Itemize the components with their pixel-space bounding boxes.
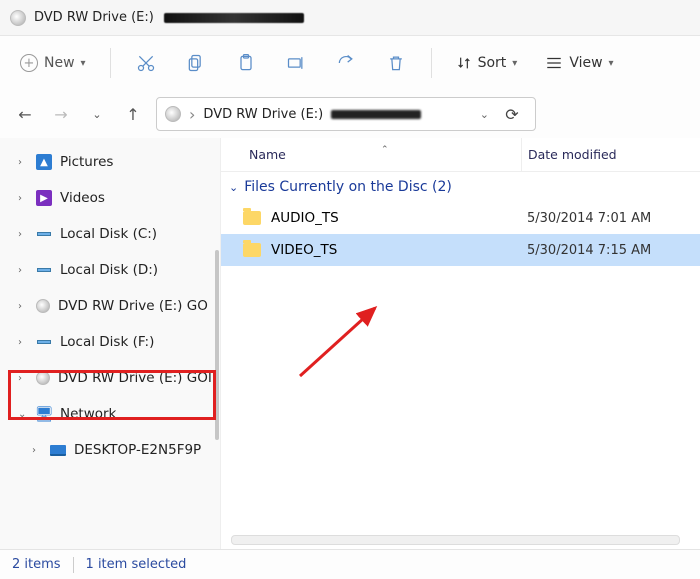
refresh-button[interactable]: ⟳	[497, 105, 527, 124]
chevron-down-icon: ▾	[512, 58, 517, 69]
scrollbar[interactable]	[215, 250, 219, 440]
sidebar-item-label: DESKTOP-E2N5F9P	[74, 442, 201, 458]
videos-icon: ▶	[36, 190, 52, 206]
column-date-label: Date modified	[528, 147, 617, 162]
up-button[interactable]: ↑	[120, 101, 146, 127]
sidebar-item[interactable]: › DVD RW Drive (E:) GO	[10, 288, 220, 324]
new-label: New	[44, 55, 75, 71]
chevron-down-icon[interactable]: ⌄	[480, 108, 489, 121]
sidebar-item[interactable]: › Local Disk (F:)	[10, 324, 220, 360]
file-name: AUDIO_TS	[271, 210, 339, 226]
separator	[73, 557, 74, 573]
disk-icon	[36, 262, 52, 278]
sidebar-item-label: Local Disk (D:)	[60, 262, 158, 278]
rename-button[interactable]	[275, 45, 317, 81]
chevron-down-icon: ▾	[609, 58, 614, 69]
sidebar: › ▲ Pictures › ▶ Videos › Local Disk (C:) › Local…	[0, 138, 220, 549]
sort-label: Sort	[478, 55, 507, 71]
file-row[interactable]: AUDIO_TS 5/30/2014 7:01 AM	[221, 202, 700, 234]
file-row[interactable]: VIDEO_TS 5/30/2014 7:15 AM	[221, 234, 700, 266]
status-items: 2 items	[12, 557, 61, 572]
share-button[interactable]	[325, 45, 367, 81]
address-field[interactable]: › DVD RW Drive (E:) ⌄ ⟳	[156, 97, 536, 131]
chevron-right-icon[interactable]: ›	[18, 193, 28, 204]
file-name: VIDEO_TS	[271, 242, 337, 258]
chevron-down-icon: ▾	[81, 58, 86, 69]
file-date: 5/30/2014 7:01 AM	[521, 211, 700, 226]
chevron-right-icon: ›	[189, 105, 195, 124]
chevron-down-icon[interactable]: ⌄	[18, 409, 28, 420]
sidebar-item[interactable]: › DVD RW Drive (E:) GOI	[10, 360, 220, 396]
group-header[interactable]: ⌄ Files Currently on the Disc (2)	[221, 172, 700, 202]
sidebar-item-label: Local Disk (C:)	[60, 226, 157, 242]
sidebar-item-label: Videos	[60, 190, 105, 206]
view-label: View	[569, 55, 602, 71]
sidebar-item-label: Pictures	[60, 154, 113, 170]
chevron-right-icon[interactable]: ›	[18, 229, 28, 240]
window-title: DVD RW Drive (E:)	[34, 10, 154, 25]
horizontal-scrollbar[interactable]	[231, 535, 680, 545]
column-name[interactable]: Name ⌃	[221, 147, 521, 162]
view-button[interactable]: View ▾	[535, 55, 623, 71]
chevron-right-icon[interactable]: ›	[18, 265, 28, 276]
sidebar-item[interactable]: ⌄ 🖥 Network	[10, 396, 220, 432]
chevron-right-icon[interactable]: ›	[18, 157, 28, 168]
view-icon	[545, 56, 563, 70]
pictures-icon: ▲	[36, 154, 52, 170]
redacted-crumb	[331, 110, 421, 119]
new-button[interactable]: + New ▾	[10, 45, 96, 81]
cut-button[interactable]	[125, 45, 167, 81]
file-list: Name ⌃ Date modified ⌄ Files Currently o…	[220, 138, 700, 549]
forward-button[interactable]: →	[48, 101, 74, 127]
sort-icon	[456, 55, 472, 71]
column-date[interactable]: Date modified	[521, 138, 700, 171]
toolbar: + New ▾ Sort ▾ View ▾	[0, 36, 700, 90]
chevron-right-icon[interactable]: ›	[18, 337, 28, 348]
redacted-title	[164, 13, 304, 23]
sidebar-item[interactable]: › Local Disk (C:)	[10, 216, 220, 252]
status-selected: 1 item selected	[86, 557, 187, 572]
plus-circle-icon: +	[20, 54, 38, 72]
folder-icon	[243, 243, 261, 257]
separator	[431, 48, 432, 78]
sidebar-item-label: Network	[60, 406, 116, 422]
back-button[interactable]: ←	[12, 101, 38, 127]
sidebar-item-label: DVD RW Drive (E:) GOI	[58, 370, 212, 386]
recent-button[interactable]: ⌄	[84, 101, 110, 127]
column-headers: Name ⌃ Date modified	[221, 138, 700, 172]
sidebar-item-label: Local Disk (F:)	[60, 334, 154, 350]
desktop-icon	[50, 445, 66, 456]
chevron-right-icon[interactable]: ›	[18, 301, 28, 312]
paste-button[interactable]	[225, 45, 267, 81]
sidebar-item[interactable]: › ▲ Pictures	[10, 144, 220, 180]
folder-icon	[243, 211, 261, 225]
file-date: 5/30/2014 7:15 AM	[521, 243, 700, 258]
column-name-label: Name	[249, 147, 286, 162]
copy-button[interactable]	[175, 45, 217, 81]
address-bar: ← → ⌄ ↑ › DVD RW Drive (E:) ⌄ ⟳	[0, 90, 700, 138]
sidebar-item[interactable]: › DESKTOP-E2N5F9P	[10, 432, 220, 468]
status-bar: 2 items 1 item selected	[0, 549, 700, 579]
sidebar-item-label: DVD RW Drive (E:) GO	[58, 298, 208, 314]
chevron-down-icon: ⌄	[229, 181, 238, 194]
dvd-icon	[36, 299, 50, 313]
sidebar-item[interactable]: › ▶ Videos	[10, 180, 220, 216]
breadcrumb[interactable]: DVD RW Drive (E:)	[203, 107, 323, 122]
disk-icon	[36, 334, 52, 350]
delete-button[interactable]	[375, 45, 417, 81]
chevron-right-icon[interactable]: ›	[32, 445, 42, 456]
titlebar: DVD RW Drive (E:)	[0, 0, 700, 36]
group-header-label: Files Currently on the Disc (2)	[244, 179, 452, 195]
sidebar-item[interactable]: › Local Disk (D:)	[10, 252, 220, 288]
disc-icon	[165, 106, 181, 122]
disc-icon	[10, 10, 26, 26]
separator	[110, 48, 111, 78]
dvd-icon	[36, 371, 50, 385]
chevron-right-icon[interactable]: ›	[18, 373, 28, 384]
sort-indicator-icon: ⌃	[381, 145, 389, 155]
disk-icon	[36, 226, 52, 242]
sort-button[interactable]: Sort ▾	[446, 55, 528, 71]
net-icon: 🖥	[36, 406, 52, 422]
